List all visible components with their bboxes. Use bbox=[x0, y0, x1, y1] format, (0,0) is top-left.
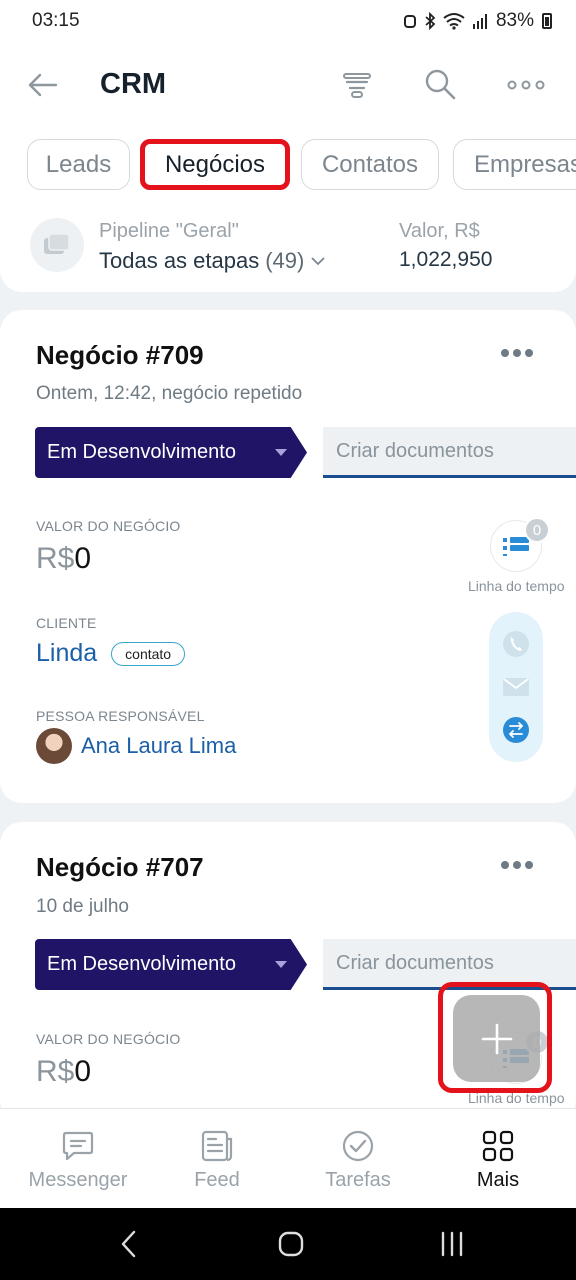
system-navigation-bar bbox=[0, 1208, 576, 1280]
nav-tarefas-label: Tarefas bbox=[325, 1169, 391, 1191]
status-time: 03:15 bbox=[32, 10, 80, 31]
system-back-icon[interactable] bbox=[117, 1229, 141, 1259]
nav-feed-label: Feed bbox=[194, 1169, 240, 1191]
status-icons bbox=[403, 12, 488, 30]
deal-date: 10 de julho bbox=[36, 896, 129, 917]
tab-contatos[interactable]: Contatos bbox=[301, 139, 439, 190]
deal-more-icon[interactable] bbox=[499, 859, 535, 871]
stage-label: Em Desenvolvimento bbox=[47, 441, 236, 463]
pipeline-value: 1,022,950 bbox=[399, 248, 493, 271]
pipeline-stages: Todas as etapas (49) bbox=[99, 248, 326, 274]
tab-empresas[interactable]: Empresas bbox=[453, 139, 576, 190]
responsible-label: PESSOA RESPONSÁVEL bbox=[36, 708, 205, 724]
next-stage-button[interactable]: Criar documentos bbox=[323, 427, 576, 478]
tab-leads[interactable]: Leads bbox=[27, 139, 130, 190]
timeline-button[interactable]: 0 bbox=[490, 517, 550, 572]
nav-mais[interactable]: Mais bbox=[438, 1129, 558, 1192]
crm-header: CRM Leads Negócios Contatos Empresas Pip… bbox=[0, 42, 576, 292]
tab-negocios[interactable]: Negócios bbox=[140, 139, 290, 190]
stage-label: Em Desenvolvimento bbox=[47, 953, 236, 975]
deal-value-label: VALOR DO NEGÓCIO bbox=[36, 518, 181, 534]
pipeline-title: Pipeline "Geral" bbox=[99, 220, 239, 242]
nav-messenger-label: Messenger bbox=[28, 1169, 128, 1191]
chat-transfer-icon[interactable] bbox=[501, 715, 531, 745]
chevron-down-icon bbox=[311, 257, 325, 266]
deal-card[interactable]: Negócio #709 Ontem, 12:42, negócio repet… bbox=[0, 310, 576, 803]
page-title: CRM bbox=[100, 68, 167, 100]
more-options-icon[interactable] bbox=[506, 68, 546, 102]
avatar[interactable] bbox=[36, 728, 72, 764]
battery-percent: 83% bbox=[495, 10, 534, 31]
back-arrow-icon[interactable] bbox=[26, 68, 60, 102]
client-row: Linda contato bbox=[36, 639, 186, 668]
bluetooth-icon bbox=[425, 12, 436, 30]
client-label: CLIENTE bbox=[36, 615, 97, 631]
timeline-label: Linha do tempo bbox=[468, 578, 565, 594]
currency-symbol: R$ bbox=[36, 1055, 75, 1088]
deal-title: Negócio #707 bbox=[36, 852, 204, 882]
deal-more-icon[interactable] bbox=[499, 347, 535, 359]
deal-date: Ontem, 12:42, negócio repetido bbox=[36, 383, 303, 404]
responsible-row: Ana Laura Lima bbox=[36, 728, 236, 764]
status-right: 83% bbox=[403, 10, 552, 32]
wifi-icon bbox=[443, 13, 465, 30]
nav-mais-label: Mais bbox=[476, 1169, 520, 1191]
highlight-frame bbox=[438, 982, 552, 1093]
battery-icon bbox=[542, 13, 552, 29]
nav-feed[interactable]: Feed bbox=[157, 1129, 277, 1192]
signal-icon bbox=[472, 14, 487, 29]
deal-value-label: VALOR DO NEGÓCIO bbox=[36, 1031, 181, 1047]
pipeline-stages-label: Todas as etapas bbox=[99, 248, 260, 273]
amount-value: 0 bbox=[74, 542, 92, 575]
alarm-icon bbox=[403, 15, 416, 28]
status-bar: 03:15 83% bbox=[0, 0, 576, 42]
caret-down-icon bbox=[275, 449, 287, 456]
deal-amount: R$0 bbox=[36, 1055, 91, 1089]
bottom-navigation: Messenger Feed Tarefas Mais bbox=[0, 1108, 576, 1208]
currency-symbol: R$ bbox=[36, 542, 75, 575]
deal-amount: R$0 bbox=[36, 542, 91, 576]
phone-icon[interactable] bbox=[501, 629, 531, 659]
stage-button[interactable]: Em Desenvolvimento bbox=[35, 939, 307, 990]
pipeline-selector[interactable]: Pipeline "Geral" Todas as etapas (49) Va… bbox=[30, 216, 550, 278]
entity-tabs: Leads Negócios Contatos Empresas bbox=[0, 139, 576, 193]
system-recents-icon[interactable] bbox=[439, 1230, 465, 1258]
contact-actions bbox=[489, 612, 543, 762]
timeline-count: 0 bbox=[524, 517, 550, 543]
filter-icon[interactable] bbox=[340, 68, 374, 102]
amount-value: 0 bbox=[74, 1055, 92, 1088]
check-circle-icon bbox=[342, 1130, 374, 1162]
nav-tarefas[interactable]: Tarefas bbox=[298, 1129, 418, 1192]
grid-icon bbox=[482, 1130, 514, 1162]
chat-icon bbox=[62, 1131, 94, 1161]
system-home-icon[interactable] bbox=[277, 1230, 305, 1258]
responsible-name-link[interactable]: Ana Laura Lima bbox=[81, 733, 236, 759]
caret-down-icon bbox=[275, 961, 287, 968]
mail-icon[interactable] bbox=[501, 675, 531, 699]
pipeline-value-label: Valor, R$ bbox=[399, 220, 480, 242]
pipeline-count: (49) bbox=[265, 248, 305, 273]
pipeline-icon bbox=[30, 218, 84, 272]
search-icon[interactable] bbox=[423, 67, 457, 101]
feed-icon bbox=[201, 1130, 233, 1162]
deal-title: Negócio #709 bbox=[36, 340, 204, 370]
nav-messenger[interactable]: Messenger bbox=[18, 1129, 138, 1192]
client-type-badge: contato bbox=[111, 641, 186, 666]
stage-button[interactable]: Em Desenvolvimento bbox=[35, 427, 307, 478]
client-name-link[interactable]: Linda bbox=[36, 639, 97, 668]
top-app-bar: CRM bbox=[0, 62, 576, 108]
